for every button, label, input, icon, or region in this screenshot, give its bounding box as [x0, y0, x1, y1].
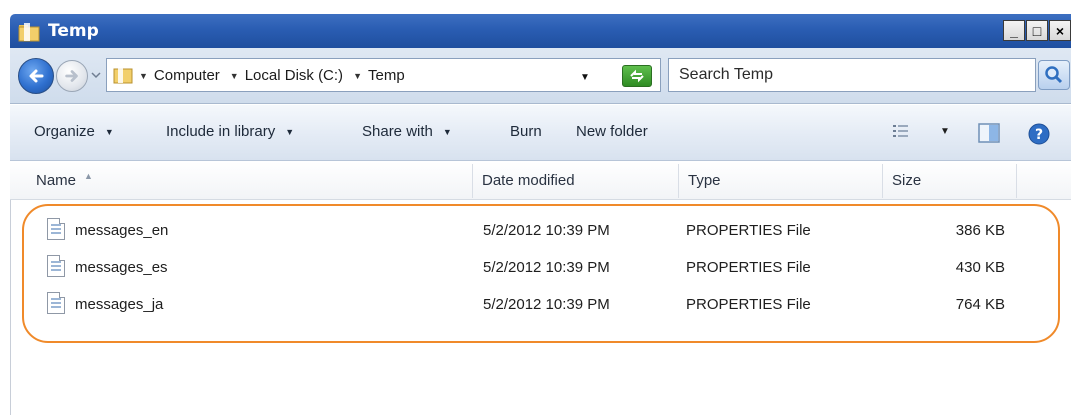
- file-size: 386 KB: [955, 222, 1005, 239]
- preview-pane-button[interactable]: [978, 123, 1000, 143]
- chevron-down-icon: ▼: [353, 70, 362, 81]
- properties-file-icon: [47, 292, 65, 314]
- preview-pane-icon: [978, 123, 1000, 143]
- address-bar[interactable]: ▼ Computer ▼ Local Disk (C:) ▼ Temp ▼: [106, 58, 661, 92]
- forward-arrow-icon: [65, 70, 78, 82]
- refresh-button[interactable]: [622, 65, 652, 87]
- file-row[interactable]: messages_es 5/2/2012 10:39 PM PROPERTIES…: [11, 249, 1071, 285]
- column-date-modified[interactable]: Date modified: [474, 162, 674, 200]
- file-name: messages_ja: [75, 296, 164, 313]
- column-type[interactable]: Type: [680, 162, 880, 200]
- minimize-icon: _: [1010, 22, 1018, 39]
- column-divider[interactable]: [882, 164, 883, 198]
- file-row[interactable]: messages_en 5/2/2012 10:39 PM PROPERTIES…: [11, 212, 1071, 248]
- window-title: Temp: [48, 21, 99, 41]
- back-arrow-icon: [29, 69, 44, 83]
- view-options-dropdown[interactable]: ▼: [940, 126, 950, 137]
- search-icon: [1045, 66, 1063, 84]
- folder-icon: [113, 67, 133, 84]
- maximize-button[interactable]: □: [1026, 20, 1048, 41]
- help-button[interactable]: ?: [1028, 123, 1050, 145]
- file-name: messages_es: [75, 259, 168, 276]
- column-divider[interactable]: [678, 164, 679, 198]
- file-date: 5/2/2012 10:39 PM: [483, 259, 610, 276]
- close-icon: ×: [1055, 22, 1065, 39]
- back-button[interactable]: [18, 58, 54, 94]
- column-divider[interactable]: [472, 164, 473, 198]
- command-bar: Organize ▼ Include in library ▼ Share with…: [10, 105, 1071, 161]
- column-divider[interactable]: [1016, 164, 1017, 198]
- search-button[interactable]: [1038, 60, 1070, 90]
- breadcrumb-computer[interactable]: ▼ Computer: [139, 67, 220, 84]
- chevron-down-icon: ▼: [940, 126, 950, 137]
- chevron-down-icon: ▼: [229, 70, 239, 81]
- file-list: messages_en 5/2/2012 10:39 PM PROPERTIES…: [10, 200, 1071, 415]
- properties-file-icon: [47, 218, 65, 240]
- address-history-dropdown[interactable]: ▼: [580, 72, 590, 83]
- file-name: messages_en: [75, 222, 169, 239]
- chevron-down-icon: ▼: [104, 126, 114, 137]
- file-row[interactable]: messages_ja 5/2/2012 10:39 PM PROPERTIES…: [11, 286, 1071, 322]
- svg-text:?: ?: [1035, 127, 1043, 143]
- breadcrumb-local-disk[interactable]: ▼ Local Disk (C:): [230, 67, 343, 84]
- new-folder-button[interactable]: New folder: [576, 123, 648, 140]
- navigation-bar: ▼ Computer ▼ Local Disk (C:) ▼ Temp ▼ Searc…: [10, 48, 1071, 104]
- search-input[interactable]: Search Temp: [668, 58, 1036, 92]
- include-in-library-menu[interactable]: Include in library ▼: [166, 123, 294, 140]
- chevron-down-icon: ▼: [139, 70, 148, 81]
- title-bar[interactable]: Temp _ □ ×: [10, 14, 1071, 48]
- breadcrumb: ▼ Computer ▼ Local Disk (C:) ▼ Temp: [139, 67, 415, 84]
- refresh-icon: [630, 69, 644, 83]
- close-button[interactable]: ×: [1049, 20, 1071, 41]
- forward-button[interactable]: [56, 60, 88, 92]
- file-date: 5/2/2012 10:39 PM: [483, 296, 610, 313]
- recent-pages-dropdown[interactable]: [90, 68, 102, 82]
- minimize-button[interactable]: _: [1003, 20, 1025, 41]
- file-type: PROPERTIES File: [686, 259, 811, 276]
- maximize-icon: □: [1032, 22, 1042, 39]
- file-type: PROPERTIES File: [686, 222, 811, 239]
- chevron-down-icon: ▼: [285, 126, 295, 137]
- file-size: 764 KB: [955, 296, 1005, 313]
- file-size: 430 KB: [955, 259, 1005, 276]
- help-icon: ?: [1028, 123, 1050, 145]
- file-date: 5/2/2012 10:39 PM: [483, 222, 610, 239]
- column-name[interactable]: Name ▲: [28, 162, 468, 200]
- column-size[interactable]: Size: [884, 162, 1014, 200]
- sort-ascending-icon: ▲: [84, 171, 93, 181]
- burn-button[interactable]: Burn: [510, 123, 542, 140]
- window-controls: _ □ ×: [1002, 20, 1071, 41]
- properties-file-icon: [47, 255, 65, 277]
- share-with-menu[interactable]: Share with ▼: [362, 123, 452, 140]
- file-type: PROPERTIES File: [686, 296, 811, 313]
- column-header: Name ▲ Date modified Type Size: [10, 162, 1071, 200]
- breadcrumb-temp[interactable]: ▼ Temp: [353, 67, 405, 84]
- view-list-icon: [893, 125, 908, 137]
- chevron-down-icon: ▼: [442, 126, 452, 137]
- change-view-button[interactable]: [892, 123, 910, 139]
- folder-icon: [18, 23, 40, 42]
- organize-menu[interactable]: Organize ▼: [34, 123, 114, 140]
